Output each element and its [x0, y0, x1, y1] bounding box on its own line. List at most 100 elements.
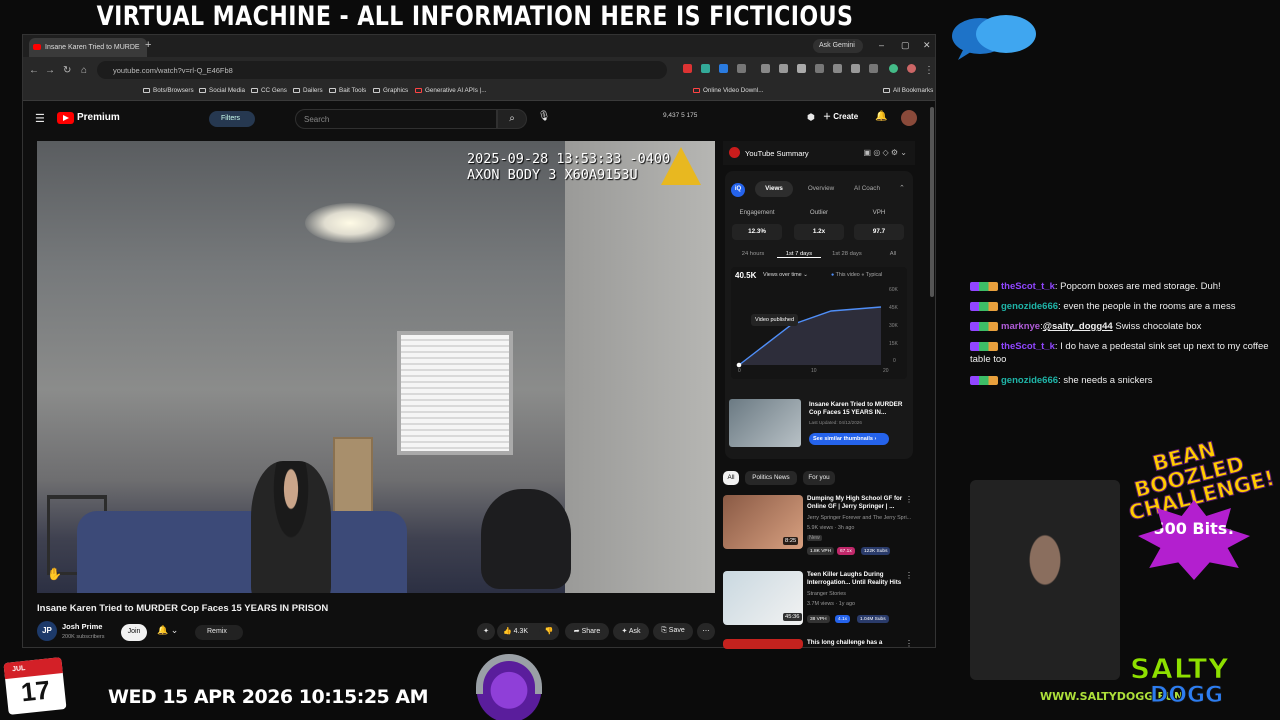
chat-bubble-icon	[950, 12, 1038, 62]
rec-channel[interactable]: Jerry Springer Forever and The Jerry Spr…	[807, 515, 911, 521]
microphone-icon[interactable]: 🎙	[535, 111, 553, 127]
hamburger-menu-icon[interactable]: ☰	[35, 112, 45, 125]
range-7d[interactable]: 1st 7 days	[777, 251, 821, 258]
extension-icon[interactable]	[779, 64, 788, 73]
recommendation-item[interactable]: This long challenge has a ⋮	[723, 639, 915, 649]
search-input[interactable]: Search	[295, 109, 497, 129]
camera-icon[interactable]: ⬢	[807, 112, 815, 123]
search-icon[interactable]: ⌕	[497, 109, 527, 129]
recommendation-item[interactable]: 8:25 Dumping My High School GF for Onlin…	[723, 495, 915, 569]
maximize-icon[interactable]: ▢	[901, 40, 910, 51]
chip-all[interactable]: All	[723, 471, 739, 485]
bookmark-folder[interactable]: Bots/Browsers	[143, 87, 194, 94]
all-bookmarks[interactable]: All Bookmarks	[883, 87, 933, 94]
channel-name[interactable]: Josh Prime	[62, 622, 102, 631]
tab-active[interactable]: Insane Karen Tried to MURDE	[29, 38, 147, 57]
ask-gemini-button[interactable]: Ask Gemini	[813, 39, 863, 53]
bookmark-link[interactable]: Online Video Downl...	[693, 87, 763, 94]
scene-bag	[481, 489, 571, 589]
video-title: Insane Karen Tried to MURDER Cop Faces 1…	[37, 603, 329, 614]
extension-icon[interactable]	[815, 64, 824, 73]
close-icon[interactable]: ✕	[923, 40, 931, 51]
sparkle-icon[interactable]: ✦	[477, 623, 495, 640]
extension-icon[interactable]	[737, 64, 746, 73]
notification-bell-icon[interactable]: 🔔 ⌄	[157, 625, 178, 636]
extension-icon[interactable]	[761, 64, 770, 73]
dislike-icon[interactable]: 👎	[539, 623, 559, 640]
tab-title: Insane Karen Tried to MURDE	[45, 44, 140, 51]
tab-views[interactable]: Views	[755, 181, 793, 197]
collapse-icon[interactable]: ⌃	[899, 184, 905, 192]
scene-light	[305, 203, 395, 243]
back-icon[interactable]: ←	[29, 65, 39, 76]
rec-title[interactable]: Dumping My High School GF for Online GF …	[807, 495, 903, 511]
avatar[interactable]	[907, 64, 916, 73]
chip-politics-news[interactable]: Politics News	[745, 471, 797, 485]
rec-badges: 1.8K VPH 67.1x 122K Subs	[807, 547, 911, 557]
more-icon[interactable]: ⋯	[697, 623, 715, 640]
create-button[interactable]: ＋ Create	[823, 111, 861, 127]
extension-icon[interactable]	[851, 64, 860, 73]
join-button[interactable]: Join	[121, 624, 147, 641]
summary-logo-icon: iQ	[731, 183, 745, 197]
minimize-icon[interactable]: –	[879, 40, 884, 50]
channel-avatar[interactable]: JP	[37, 621, 57, 641]
scene-door	[565, 141, 715, 593]
url-bar[interactable]: youtube.com/watch?v=rl-Q_E46Fb8	[97, 61, 667, 79]
bookmark-folder[interactable]: Dailers	[293, 87, 323, 94]
tab-overview[interactable]: Overview	[801, 181, 841, 197]
date-time-display: WED 15 APR 2026 10:15:25 AM	[108, 686, 429, 708]
bookmark-link[interactable]: Generative AI APIs |...	[415, 87, 487, 94]
y-tick: 30K	[889, 323, 898, 329]
bookmark-folder[interactable]: Bait Tools	[329, 87, 366, 94]
bookmark-folder[interactable]: Graphics	[373, 87, 408, 94]
save-button[interactable]: ⎘ Save	[653, 623, 693, 640]
y-tick: 0	[893, 358, 896, 364]
chip-for-you[interactable]: For you	[803, 471, 835, 485]
menu-kebab-icon[interactable]: ⋮	[924, 65, 934, 76]
extension-icon[interactable]	[701, 64, 710, 73]
bell-icon[interactable]: 🔔	[875, 111, 887, 122]
reload-icon[interactable]: ↻	[63, 65, 71, 76]
share-button[interactable]: ➦ Share	[565, 623, 609, 640]
chart-dropdown[interactable]: Views over time ⌄	[763, 272, 808, 278]
new-tab-button[interactable]: +	[145, 39, 151, 51]
account-avatar[interactable]	[901, 110, 917, 126]
rec-new-badge: New	[807, 535, 822, 541]
home-icon[interactable]: ⌂	[81, 65, 87, 76]
range-24h[interactable]: 24 hours	[731, 251, 775, 257]
ask-button[interactable]: ✦ Ask	[613, 623, 649, 640]
rec-channel[interactable]: Stranger Stories	[807, 591, 911, 597]
extension-icon[interactable]	[719, 64, 728, 73]
video-thumbnail[interactable]	[729, 399, 801, 447]
summary-title: YouTube Summary	[745, 149, 809, 158]
filters-button[interactable]: Filters	[209, 111, 255, 127]
video-player[interactable]: 2025-09-28 13:53:33 -0400 AXON BODY 3 X6…	[37, 141, 715, 593]
page-scrollbar[interactable]	[930, 107, 934, 297]
extension-icon[interactable]	[833, 64, 842, 73]
rec-more-icon[interactable]: ⋮	[905, 495, 913, 504]
bookmark-folder[interactable]: CC Gens	[251, 87, 287, 94]
bookmark-folder[interactable]: Social Media	[199, 87, 245, 94]
extension-icon[interactable]	[683, 64, 692, 73]
summary-toolbar-icons[interactable]: ▣ ◎ ◇ ⚙ ⌄	[864, 148, 907, 157]
rec-title[interactable]: This long challenge has a	[807, 639, 903, 647]
download-icon[interactable]	[797, 64, 806, 73]
youtube-logo-icon[interactable]	[57, 112, 74, 124]
forward-icon[interactable]: →	[45, 65, 55, 76]
remix-button[interactable]: Remix	[195, 625, 243, 640]
similar-thumbnails-button[interactable]: See similar thumbnails ›	[809, 433, 889, 445]
axon-logo-icon	[661, 147, 701, 185]
rec-thumbnail[interactable]	[723, 639, 803, 649]
profile-icon[interactable]	[889, 64, 898, 73]
tab-ai-coach[interactable]: AI Coach	[847, 181, 887, 197]
range-28d[interactable]: 1st 28 days	[825, 251, 869, 257]
rec-more-icon[interactable]: ⋮	[905, 639, 913, 648]
range-all[interactable]: All	[871, 251, 915, 257]
rec-title[interactable]: Teen Killer Laughs During Interrogation.…	[807, 571, 903, 587]
extension-icon[interactable]	[869, 64, 878, 73]
recommendation-item[interactable]: 45:36 Teen Killer Laughs During Interrog…	[723, 571, 915, 645]
rec-more-icon[interactable]: ⋮	[905, 571, 913, 580]
scene-window	[397, 331, 513, 455]
metric-label: VPH	[872, 209, 886, 216]
